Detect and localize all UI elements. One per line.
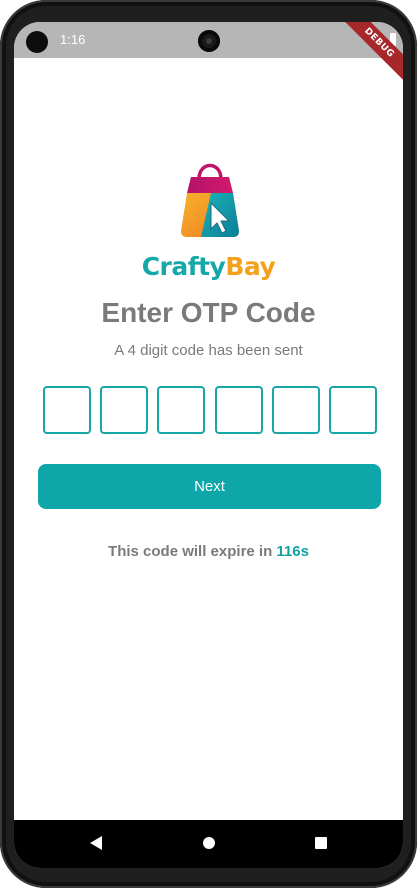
system-nav-bar: [14, 820, 403, 868]
otp-digit-4[interactable]: [214, 386, 263, 434]
back-icon[interactable]: [90, 836, 102, 850]
expiry-prefix: This code will expire in: [108, 543, 277, 560]
screen: 1:16 DEBUG CraftyBay Enter OTP Code A 4 …: [14, 22, 403, 868]
recents-icon[interactable]: [315, 837, 327, 849]
phone-frame: 1:16 DEBUG CraftyBay Enter OTP Code A 4 …: [0, 0, 417, 888]
page-subtitle: A 4 digit code has been sent: [114, 342, 303, 359]
shopping-bag-logo-icon: [181, 163, 239, 237]
otp-digit-1[interactable]: [43, 386, 91, 434]
otp-input-row: [43, 386, 377, 434]
brand-part-1: Crafty: [141, 252, 226, 281]
expiry-text: This code will expire in 116s: [14, 543, 403, 560]
status-dot-icon: [26, 31, 48, 53]
status-bar: 1:16: [14, 22, 403, 58]
otp-digit-6[interactable]: [328, 386, 377, 434]
otp-digit-5[interactable]: [271, 386, 320, 434]
expiry-countdown: 116s: [276, 543, 309, 560]
camera-icon: [198, 30, 220, 52]
next-button[interactable]: Next: [38, 464, 381, 509]
otp-digit-2[interactable]: [100, 386, 149, 434]
brand-logo-text: CraftyBay: [14, 252, 403, 281]
home-icon[interactable]: [203, 837, 215, 849]
page-title: Enter OTP Code: [101, 297, 316, 328]
brand-part-2: Bay: [225, 252, 276, 281]
otp-digit-3[interactable]: [157, 386, 206, 434]
status-time: 1:16: [60, 32, 86, 47]
